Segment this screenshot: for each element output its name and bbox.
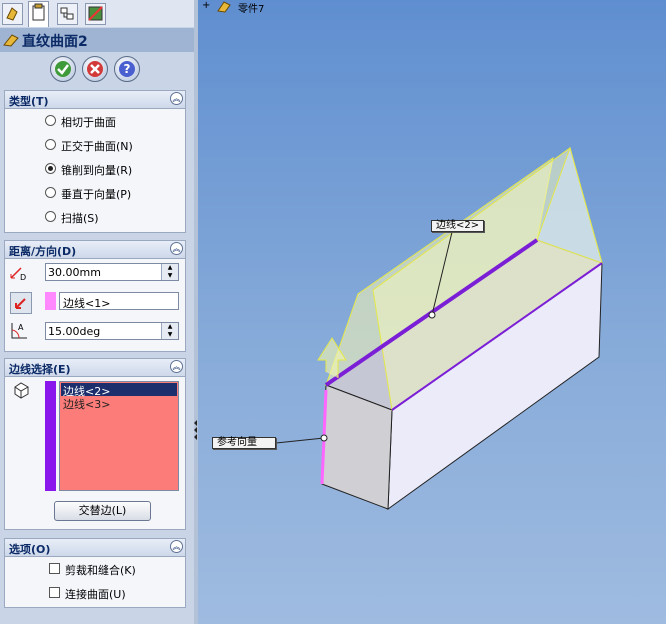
- spin-up-icon[interactable]: ▲: [161, 323, 178, 331]
- svg-text:D: D: [20, 273, 26, 282]
- radio-tangent-to-surface[interactable]: 相切于曲面: [45, 113, 185, 129]
- edge-selection-icon: [14, 382, 29, 399]
- type-section-label: 类型(T): [9, 95, 49, 108]
- angle-input[interactable]: ▲ ▼: [45, 322, 179, 340]
- property-manager: 直纹曲面2 ? 类型(T) ︽ 相切于曲面 正交于曲面(N) 锥削到向量(R) …: [0, 0, 194, 624]
- edge-section-header[interactable]: 边线选择(E) ︽: [5, 359, 185, 377]
- collapse-icon[interactable]: ︽: [170, 242, 183, 255]
- spin-down-icon[interactable]: ▼: [161, 272, 178, 280]
- model-3d-view[interactable]: [198, 0, 666, 624]
- distance-icon: D: [10, 267, 26, 282]
- spin-up-icon[interactable]: ▲: [161, 264, 178, 272]
- options-section-label: 选项(O): [9, 543, 51, 556]
- spin-down-icon[interactable]: ▼: [161, 331, 178, 339]
- edge-selection-section: 边线选择(E) ︽ 边线<2> 边线<3> 交替边(L): [4, 358, 186, 530]
- options-section-header[interactable]: 选项(O) ︽: [5, 539, 185, 557]
- radio-perpendicular-to-vector[interactable]: 垂直于向量(P): [45, 185, 185, 201]
- reference-vector-value: 边线<1>: [63, 297, 111, 310]
- edge-callout-anchor: [428, 311, 436, 319]
- connect-surface-checkbox[interactable]: 连接曲面(U): [49, 585, 179, 601]
- alternate-face-button[interactable]: 交替边(L): [54, 501, 151, 521]
- distance-field[interactable]: [48, 265, 158, 279]
- tab-feature-manager[interactable]: [2, 3, 23, 25]
- feature-tree-icon: [6, 7, 18, 21]
- edge-list-item[interactable]: 边线<3>: [61, 396, 177, 411]
- help-button[interactable]: ?: [114, 56, 140, 82]
- cancel-button[interactable]: [82, 56, 108, 82]
- distance-section-label: 距离/方向(D): [9, 245, 77, 258]
- options-section: 选项(O) ︽ 剪裁和缝合(K) 连接曲面(U): [4, 538, 186, 608]
- edge-list[interactable]: 边线<2> 边线<3>: [59, 381, 179, 491]
- radio-normal-to-surface[interactable]: 正交于曲面(N): [45, 137, 185, 153]
- graphics-viewport[interactable]: + 零件7 边线<2> 参考向量: [198, 0, 666, 624]
- reverse-direction-icon: [15, 298, 26, 309]
- display-manager-icon: [88, 6, 103, 21]
- reference-callout-leader: [275, 437, 325, 444]
- trim-and-knit-checkbox[interactable]: 剪裁和缝合(K): [49, 561, 179, 577]
- close-icon: [87, 61, 103, 77]
- reverse-direction-button[interactable]: [10, 292, 32, 314]
- angle-icon: A: [11, 323, 27, 339]
- collapse-icon[interactable]: ︽: [170, 92, 183, 105]
- type-section: 类型(T) ︽ 相切于曲面 正交于曲面(N) 锥削到向量(R) 垂直于向量(P)…: [4, 90, 186, 233]
- reference-vector-callout[interactable]: 参考向量: [212, 437, 276, 449]
- feature-title: 直纹曲面2: [22, 34, 88, 50]
- reference-vector-field[interactable]: 边线<1>: [59, 292, 179, 310]
- radio-tapered-to-vector[interactable]: 锥削到向量(R): [45, 161, 185, 177]
- edge-color-swatch: [45, 381, 56, 491]
- ruled-surface-icon: [3, 34, 19, 47]
- property-sheet-icon: [32, 3, 45, 21]
- tab-configuration-manager[interactable]: [57, 3, 78, 25]
- help-icon: ?: [119, 61, 135, 77]
- edge-list-item-selected[interactable]: 边线<2>: [61, 383, 177, 398]
- type-section-header[interactable]: 类型(T) ︽: [5, 91, 185, 109]
- angle-field[interactable]: [48, 324, 158, 338]
- edge-section-label: 边线选择(E): [9, 363, 71, 376]
- reference-callout-anchor: [320, 434, 328, 442]
- manager-tabs: [0, 0, 194, 27]
- radio-sweep[interactable]: 扫描(S): [45, 209, 185, 225]
- distance-direction-section: 距离/方向(D) ︽ D ▲ ▼ 边线<1> A ▲ ▼: [4, 240, 186, 352]
- tab-display-manager[interactable]: [85, 3, 106, 25]
- reference-color-swatch: [45, 292, 56, 310]
- svg-text:?: ?: [124, 62, 131, 76]
- collapse-icon[interactable]: ︽: [170, 540, 183, 553]
- edge-callout[interactable]: 边线<2>: [431, 220, 485, 232]
- tab-property-manager[interactable]: [28, 1, 49, 27]
- configuration-icon: [60, 7, 74, 20]
- svg-text:A: A: [18, 323, 24, 332]
- checkmark-icon: [55, 61, 71, 77]
- feature-title-bar: 直纹曲面2: [0, 28, 194, 52]
- distance-section-header[interactable]: 距离/方向(D) ︽: [5, 241, 185, 259]
- collapse-icon[interactable]: ︽: [170, 360, 183, 373]
- ok-button[interactable]: [50, 56, 76, 82]
- distance-input[interactable]: ▲ ▼: [45, 263, 179, 281]
